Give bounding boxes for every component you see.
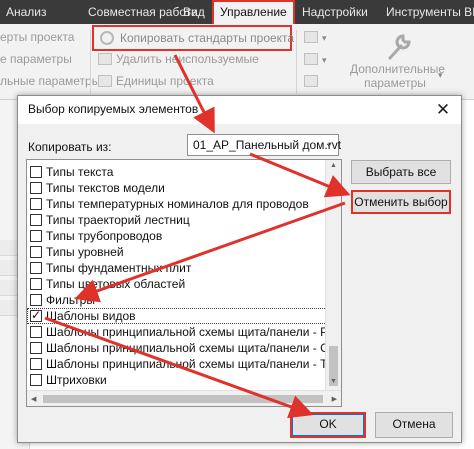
item-checkbox[interactable] xyxy=(30,166,42,178)
item-checkbox[interactable] xyxy=(30,278,42,290)
item-label: Типы текстов модели xyxy=(46,181,165,195)
item-label: Типы текста xyxy=(46,165,114,179)
project-params-button[interactable]: ерты проекта xyxy=(0,30,74,44)
list-item[interactable]: Типы фундаментных плит xyxy=(27,260,327,276)
tab-manage[interactable]: Управление xyxy=(212,0,295,24)
chevron-down-icon: ⌄ xyxy=(324,138,333,149)
ribbon-panel: ерты проекта е параметры льные параметры… xyxy=(0,24,474,100)
item-checkbox[interactable] xyxy=(30,182,42,194)
ribbon-tab-bar: Анализ Совместная работа Вид Управление … xyxy=(0,0,474,24)
item-label: Типы траекторий лестниц xyxy=(46,213,190,227)
grid-icon xyxy=(304,75,318,87)
item-checkbox[interactable] xyxy=(30,198,42,210)
purge-icon xyxy=(98,53,112,65)
list-item[interactable]: Типы цветовых областей xyxy=(27,276,327,292)
select-items-dialog: Выбор копируемых элементов ✕ Копировать … xyxy=(17,95,462,443)
additional-settings-label-2: параметры xyxy=(364,76,426,90)
tab-addins[interactable]: Надстройки xyxy=(296,0,374,24)
copy-standards-label: Копировать стандарты проекта xyxy=(120,31,295,45)
list-item[interactable]: Фильтры xyxy=(27,292,327,308)
deselect-all-button[interactable]: Отменить выбор xyxy=(351,190,451,214)
gear-icon xyxy=(100,31,114,45)
item-checkbox[interactable] xyxy=(30,358,42,370)
item-label: Шаблоны принципиальной схемы щита/панели… xyxy=(46,341,342,355)
item-label: Шаблоны принципиальной схемы щита/панели… xyxy=(46,325,342,339)
list-item[interactable]: Шаблоны видов xyxy=(27,308,327,324)
scroll-down-icon[interactable]: ▼ xyxy=(330,378,337,385)
purge-unused-button[interactable]: Удалить неиспользуемые xyxy=(98,52,259,66)
scroll-up-icon[interactable]: ▲ xyxy=(330,162,337,169)
list-item[interactable]: Типы уровней xyxy=(27,244,327,260)
list-item[interactable]: Штриховки xyxy=(27,372,327,388)
tab-analysis[interactable]: Анализ xyxy=(0,0,53,24)
list-icon xyxy=(304,53,318,65)
vertical-scrollbar[interactable]: ▲ ▼ xyxy=(325,160,341,390)
transfer-icon xyxy=(304,31,318,43)
ribbon-separator xyxy=(296,30,297,94)
item-label: Фильтры xyxy=(46,293,95,307)
item-label: Шаблоны видов xyxy=(46,309,136,323)
list-item[interactable]: Шаблоны принципиальной схемы щита/панели… xyxy=(27,356,341,372)
item-checkbox[interactable] xyxy=(30,326,42,338)
list-item[interactable]: Типы текстов модели xyxy=(27,180,327,196)
general-params2-button[interactable]: льные параметры xyxy=(0,74,100,88)
copy-from-value: 01_АР_Панельный дом.rvt xyxy=(193,138,342,152)
list-icon-button[interactable]: ▾ xyxy=(304,52,327,66)
item-checkbox[interactable] xyxy=(30,262,42,274)
copy-standards-button[interactable]: Копировать стандарты проекта xyxy=(92,25,295,51)
copy-from-dropdown[interactable]: 01_АР_Панельный дом.rvt ⌄ xyxy=(187,134,342,156)
horizontal-scroll-thumb[interactable] xyxy=(43,395,323,403)
item-label: Типы температурных номиналов для проводо… xyxy=(46,197,309,211)
project-units-button[interactable]: Единицы проекта xyxy=(98,74,214,88)
item-checkbox[interactable] xyxy=(30,374,42,386)
list-item[interactable]: Шаблоны принципиальной схемы щита/панели… xyxy=(27,324,341,340)
wrench-icon xyxy=(388,34,411,60)
tab-bim-tools[interactable]: Инструменты BIM xyxy=(380,0,474,24)
list-item[interactable]: Типы текста xyxy=(27,164,327,180)
list-item[interactable]: Шаблоны принципиальной схемы щита/панели… xyxy=(27,340,341,356)
chevron-down-icon: ▾ xyxy=(322,55,327,65)
item-label: Типы уровней xyxy=(46,245,124,259)
transfer-icon-button[interactable]: ▾ xyxy=(304,30,327,44)
horizontal-scrollbar[interactable]: ◀ ▶ xyxy=(27,390,341,406)
tab-view[interactable]: Вид xyxy=(177,0,211,24)
item-label: Типы трубопроводов xyxy=(46,229,163,243)
list-item[interactable]: Типы трубопроводов xyxy=(27,228,327,244)
scroll-left-icon[interactable]: ◀ xyxy=(31,395,36,403)
item-label: Шаблоны принципиальной схемы щита/панели… xyxy=(46,357,342,371)
ribbon-separator xyxy=(90,30,91,94)
additional-settings-button[interactable]: Дополнительные параметры xyxy=(350,62,445,90)
purge-unused-label: Удалить неиспользуемые xyxy=(116,52,259,66)
item-label: Типы цветовых областей xyxy=(46,277,186,291)
copy-from-label: Копировать из: xyxy=(28,140,112,154)
dialog-titlebar[interactable]: Выбор копируемых элементов ✕ xyxy=(18,96,461,124)
project-params-label: ерты проекта xyxy=(0,30,75,44)
item-checkbox[interactable] xyxy=(30,342,42,354)
items-listbox[interactable]: Штриховки Шаблоны принципиальной схемы щи… xyxy=(26,159,342,407)
item-checkbox[interactable] xyxy=(30,214,42,226)
item-label: Типы фундаментных плит xyxy=(46,261,192,275)
general-params-label: е параметры xyxy=(0,52,72,66)
item-label: Штриховки xyxy=(46,373,107,387)
units-icon xyxy=(98,75,112,87)
general-params2-label: льные параметры xyxy=(0,74,101,88)
general-params-button[interactable]: е параметры xyxy=(0,52,72,66)
chevron-down-icon[interactable]: ▾ xyxy=(438,70,443,81)
close-icon[interactable]: ✕ xyxy=(431,98,455,122)
dialog-title: Выбор копируемых элементов xyxy=(28,102,199,116)
select-all-button[interactable]: Выбрать все xyxy=(351,160,451,184)
project-units-label: Единицы проекта xyxy=(116,74,214,88)
additional-settings-label-1: Дополнительные xyxy=(350,62,445,76)
scroll-right-icon[interactable]: ▶ xyxy=(332,395,337,403)
item-checkbox[interactable] xyxy=(30,230,42,242)
chevron-down-icon: ▾ xyxy=(322,33,327,43)
list-item[interactable]: Типы траекторий лестниц xyxy=(27,212,327,228)
item-checkbox[interactable] xyxy=(30,308,42,322)
item-checkbox[interactable] xyxy=(30,246,42,258)
list-item[interactable]: Типы температурных номиналов для проводо… xyxy=(27,196,327,212)
item-checkbox[interactable] xyxy=(30,294,42,306)
grid-icon-button[interactable] xyxy=(304,74,322,88)
ok-button[interactable]: OK xyxy=(290,412,366,438)
cancel-button[interactable]: Отмена xyxy=(375,412,453,438)
